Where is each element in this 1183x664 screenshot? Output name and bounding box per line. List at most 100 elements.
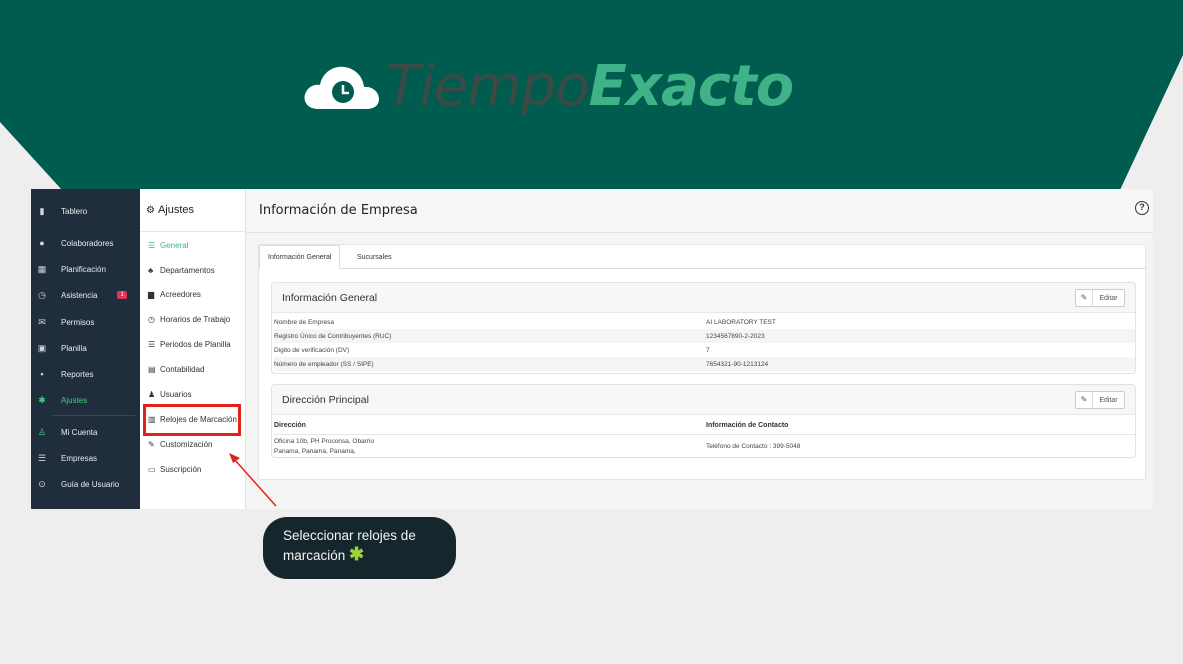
cloud-clock-icon	[304, 66, 379, 109]
row-value: AI LABORATORY TEST	[706, 318, 776, 326]
menu-item-general[interactable]: ☰ General	[148, 238, 188, 252]
sidebar-item-permisos[interactable]: ✉ Permisos	[31, 309, 140, 335]
settings-menu-title: Ajustes	[157, 204, 195, 216]
pencil-icon: ✎	[1076, 290, 1093, 306]
edit-button[interactable]: ✎ Editar	[1075, 391, 1125, 409]
sidebar-item-label: Asistencia	[61, 290, 98, 300]
gears-icon: ⚙	[146, 204, 155, 216]
column-header: Información de Contacto	[706, 421, 789, 429]
sidebar-item-mi-cuenta[interactable]: ♙ Mi Cuenta	[31, 419, 140, 445]
menu-item-label: Customización	[160, 439, 213, 449]
sidebar-item-label: Ajustes	[61, 395, 88, 405]
row-value: 7654321-90-1213124	[706, 360, 769, 368]
edit-button-label: Editar	[1099, 396, 1118, 404]
menu-item-periodos[interactable]: ☰ Periodos de Planilla	[148, 337, 231, 351]
highlight-box	[143, 404, 241, 436]
menu-item-usuarios[interactable]: ♟ Usuarios	[148, 387, 192, 401]
sidebar: ▮ Tablero ● Colaboradores ▦ Planificación ◷…	[31, 189, 140, 509]
sidebar-item-label: Colaboradores	[61, 238, 114, 248]
calendar-icon: ▦	[37, 263, 47, 274]
gear-icon: ✱	[38, 394, 46, 405]
logo: TiempoExacto	[300, 52, 795, 122]
row-value: 7	[706, 346, 710, 354]
content-card: Información General Sucursales Informaci…	[258, 244, 1147, 480]
table-row: Digito de verificación (DV) 7	[274, 343, 1135, 357]
menu-item-horarios[interactable]: ◷ Horarios de Trabajo	[148, 312, 230, 326]
main-content: Información de Empresa ? Información Gen…	[246, 189, 1153, 509]
panel-title: Dirección Principal	[272, 385, 1135, 415]
address-cell: Oficina 10b, PH Proconsa, Obarrio Panama,…	[274, 437, 706, 457]
list-icon: ☰	[148, 240, 156, 250]
notification-badge: 1	[117, 291, 127, 299]
contact-cell: Teléfono de Contacto : 399-5048	[706, 443, 801, 450]
menu-item-label: Acreedores	[160, 289, 201, 299]
sidebar-item-label: Empresas	[61, 453, 98, 463]
menu-item-departamentos[interactable]: ♣ Departamentos	[148, 263, 215, 277]
row-label: Digito de verificación (DV)	[274, 346, 350, 354]
tab-sucursales[interactable]: Sucursales	[349, 245, 400, 269]
app-window: ▮ Tablero ● Colaboradores ▦ Planificación ◷…	[31, 189, 1153, 509]
menu-item-label: Suscripción	[160, 464, 202, 474]
user-icon: ♙	[37, 426, 47, 437]
menu-item-customizacion[interactable]: ✎ Customización	[148, 437, 212, 451]
clock-icon: ◷	[148, 314, 155, 324]
row-label: Nombre de Empresa	[274, 318, 334, 326]
sidebar-item-planificacion[interactable]: ▦ Planificación	[31, 256, 140, 282]
list-icon: ☰	[148, 339, 156, 349]
sidebar-item-planilla[interactable]: ▣ Planilla	[31, 335, 140, 361]
sidebar-item-empresas[interactable]: ☰ Empresas	[31, 445, 140, 471]
menu-item-label: General	[160, 240, 189, 250]
help-icon[interactable]: ?	[1135, 201, 1149, 215]
edit-button-label: Editar	[1099, 294, 1118, 302]
file-icon: ▪	[40, 369, 44, 379]
row-label: Número de empleador (SS / SIPE)	[274, 360, 374, 368]
general-info-panel: Información General ✎ Editar Nombre de Em…	[271, 282, 1136, 374]
sidebar-item-asistencia[interactable]: ◷ Asistencia 1	[31, 282, 140, 308]
sidebar-item-label: Reportes	[61, 369, 94, 379]
wrench-icon: ✎	[148, 439, 155, 449]
credit-card-icon: ▭	[148, 464, 156, 474]
settings-menu: ⚙ Ajustes ☰ General ♣ Departamentos ▆ Acreed…	[140, 189, 246, 509]
page-title: Información de Empresa	[246, 189, 1153, 233]
address-panel: Dirección Principal ✎ Editar Dirección Inf…	[271, 384, 1136, 458]
sitemap-icon: ♣	[148, 265, 154, 275]
sidebar-item-reportes[interactable]: ▪ Reportes	[31, 361, 140, 387]
sidebar-item-guia[interactable]: ⊙ Guía de Usuario	[31, 471, 140, 497]
sidebar-item-tablero[interactable]: ▮ Tablero	[31, 198, 140, 224]
table-header: Dirección Información de Contacto	[274, 418, 1135, 432]
sparkle-icon: ✱	[349, 544, 365, 564]
sidebar-item-colaboradores[interactable]: ● Colaboradores	[31, 230, 140, 256]
sidebar-item-label: Guía de Usuario	[61, 479, 120, 489]
help-circle-icon: ⊙	[38, 478, 46, 489]
menu-item-label: Contabilidad	[160, 364, 205, 374]
table-row: Número de empleador (SS / SIPE) 7654321-9…	[274, 357, 1135, 371]
tab-informacion-general[interactable]: Información General	[259, 245, 341, 269]
menu-item-suscripcion[interactable]: ▭ Suscripción	[148, 462, 201, 476]
menu-item-acreedores[interactable]: ▆ Acreedores	[148, 287, 201, 301]
callout-tooltip: Seleccionar relojes de marcación ✱	[263, 517, 456, 579]
menu-item-contabilidad[interactable]: ▤ Contabilidad	[148, 362, 204, 376]
edit-button[interactable]: ✎ Editar	[1075, 289, 1125, 307]
menu-item-label: Usuarios	[160, 389, 192, 399]
menu-item-label: Horarios de Trabajo	[160, 314, 231, 324]
hero-banner: TiempoExacto	[0, 0, 1183, 190]
logo-text-exacto: Exacto	[588, 54, 795, 119]
panel-title: Información General	[272, 283, 1135, 313]
settings-menu-header: ⚙ Ajustes	[140, 189, 245, 232]
sidebar-item-ajustes[interactable]: ✱ Ajustes	[31, 387, 140, 413]
table-row: Nombre de Empresa AI LABORATORY TEST	[274, 315, 1135, 329]
logo-text-tiempo: Tiempo	[386, 54, 590, 119]
sidebar-item-label: Planificación	[61, 264, 106, 274]
pencil-icon: ✎	[1076, 392, 1093, 408]
building-icon: ▆	[148, 289, 155, 299]
envelope-icon: ✉	[38, 316, 46, 327]
table-icon: ▤	[148, 364, 156, 374]
sidebar-item-label: Permisos	[61, 317, 95, 327]
sliders-icon: ☰	[37, 452, 47, 463]
money-icon: ▣	[37, 342, 47, 353]
logo-wordmark: TiempoExacto	[386, 52, 795, 122]
address-line: Panama, Panama, Panama,	[274, 447, 356, 455]
row-value: 1234567890-2-2023	[706, 332, 765, 340]
menu-item-label: Departamentos	[160, 265, 215, 275]
user-icon: ♟	[148, 389, 156, 399]
